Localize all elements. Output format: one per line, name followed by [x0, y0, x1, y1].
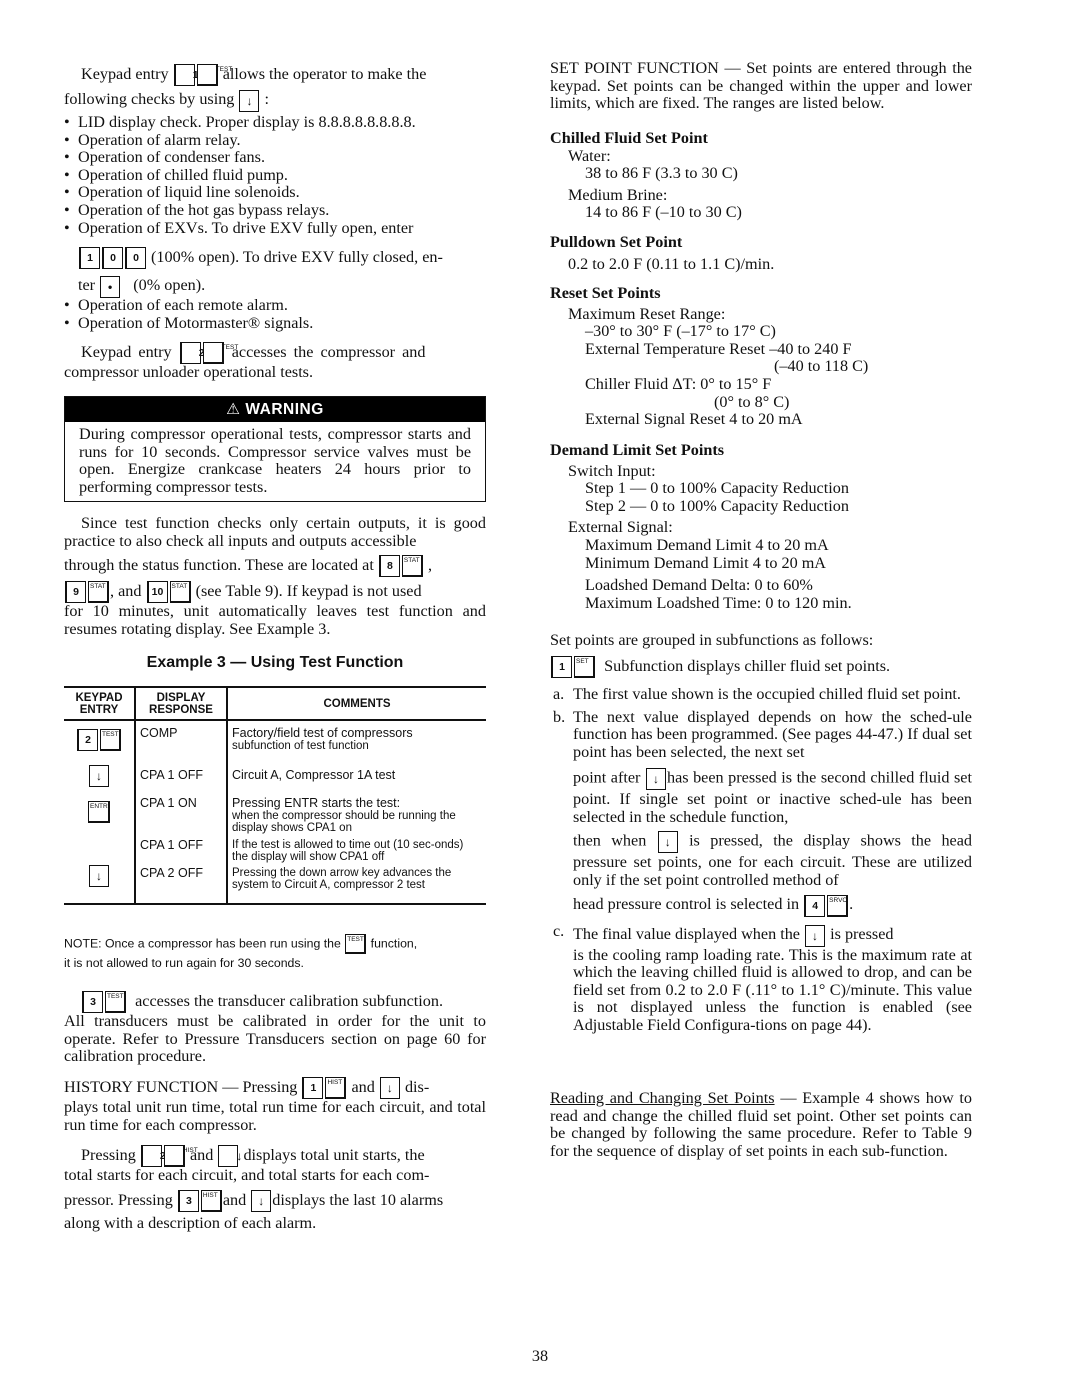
down-arrow-key-icon: ↓ — [89, 765, 109, 787]
set-point-intro: SET POINT FUNCTION — Set points are ente… — [550, 59, 972, 113]
page-number: 38 — [531, 1347, 549, 1365]
chilled-fluid-section: Chilled Fluid Set Point Water: 38 to 86 … — [550, 129, 972, 222]
down-arrow-key-icon: ↓ — [379, 1077, 400, 1100]
list-item: b. The next value displayed depends on h… — [530, 708, 972, 920]
section-heading: Reset Set Points — [550, 284, 661, 302]
table-row: 2 TEST COMP Factory/field test of compres… — [64, 720, 486, 763]
key-test: TEST — [100, 729, 121, 751]
key-test: TEST — [202, 342, 238, 365]
reading-changing-set-points-link: Reading and Changing Set Points — [550, 1089, 775, 1107]
key-hist: HIST — [200, 1190, 222, 1213]
key-stat: STAT — [401, 555, 423, 578]
list-item: a. The first value shown is the occupied… — [553, 685, 961, 703]
warning-header: ⚠ WARNING — [65, 397, 485, 422]
status-function-paragraph: Since test function checks only certain … — [64, 514, 486, 639]
subfunction-intro: Set points are grouped in subfunctions a… — [550, 631, 874, 649]
key-1: 1 — [551, 656, 572, 679]
table-row: ENTR CPA 1 ON Pressing ENTR starts the t… — [64, 791, 486, 835]
key-9: 9 — [65, 581, 86, 604]
key-2: 2 — [179, 342, 205, 365]
key-2: 2 — [140, 1145, 166, 1168]
key-stat: STAT — [88, 581, 109, 604]
key-test: TEST — [345, 934, 367, 954]
key-1: 1 — [79, 247, 100, 270]
warning-box: ⚠ WARNING During compressor operational … — [64, 396, 486, 502]
key-1: 1 — [173, 64, 199, 87]
subfunction-1-set: 1 SET Subfunction displays chiller fluid … — [550, 654, 890, 679]
transducer-paragraph: 3 TEST accesses the transducer calibratio… — [64, 991, 486, 1066]
list-item: Operation of alarm relay. — [64, 131, 486, 150]
key-8: 8 — [378, 555, 400, 578]
table-row: ↓ CPA 2 OFF Pressing the down arrow key … — [64, 863, 486, 905]
down-arrow-key-icon: ↓ — [239, 89, 260, 112]
list-item: LID display check. Proper display is 8.8… — [64, 113, 486, 132]
exv-instructions: 100 (100% open). To drive EXV fully clos… — [78, 245, 486, 301]
key-test: TEST — [105, 991, 126, 1014]
list-item: Operation of Motormaster® signals. — [64, 314, 486, 333]
list-item: Operation of liquid line solenoids. — [64, 184, 486, 202]
keypad-test-intro: Keypad entry 1 TEST allows the operator t… — [64, 63, 486, 112]
down-arrow-key-icon: ↓ — [657, 831, 678, 854]
key-2: 2 — [77, 729, 98, 751]
column-header: KEYPAD ENTRY — [64, 686, 136, 721]
key-10: 10 — [146, 581, 168, 604]
table-note: NOTE: Once a compressor has been run usi… — [64, 934, 418, 970]
key-entr: ENTR — [88, 801, 110, 823]
test-checks-list: LID display check. Proper display is 8.8… — [64, 113, 486, 238]
warning-body: During compressor operational tests, com… — [79, 425, 471, 496]
key-0: 0 — [125, 247, 146, 270]
section-heading: Pulldown Set Point — [550, 233, 683, 251]
history-function-paragraph: HISTORY FUNCTION — Pressing 1 HIST and ↓ … — [64, 1077, 486, 1134]
key-0: 0 — [102, 247, 123, 270]
table-row: ↓ CPA 1 OFF Circuit A, Compressor 1A tes… — [64, 763, 486, 791]
key-srvc: SRVC — [827, 894, 849, 917]
list-item: Operation of EXVs. To drive EXV fully op… — [64, 219, 486, 238]
down-arrow-key-icon: ↓ — [251, 1190, 272, 1213]
list-item: Operation of each remote alarm. — [64, 296, 486, 315]
down-arrow-key-icon: ↓ — [805, 924, 826, 947]
down-arrow-key-icon: ↓ — [218, 1145, 242, 1168]
column-header: COMMENTS — [227, 686, 486, 721]
key-set: SET — [574, 656, 595, 679]
key-test: TEST — [196, 64, 232, 87]
section-heading: Chilled Fluid Set Point — [550, 129, 708, 147]
key-decimal-point: • — [100, 275, 121, 298]
reading-changing-paragraph: Reading and Changing Set Points — Exampl… — [550, 1089, 973, 1160]
section-heading: Demand Limit Set Points — [550, 441, 725, 459]
pulldown-section: Pulldown Set Point 0.2 to 2.0 F (0.11 to… — [550, 233, 972, 273]
key-1: 1 — [302, 1077, 324, 1100]
column-header: DISPLAY RESPONSE — [135, 686, 228, 721]
key-3: 3 — [82, 991, 103, 1014]
list-item: Operation of condenser fans. — [64, 149, 486, 167]
compressor-test-paragraph: Keypad entry 2 TEST accesses the compress… — [64, 342, 426, 382]
key-hist: HIST — [325, 1077, 347, 1100]
down-arrow-key-icon: ↓ — [89, 865, 109, 887]
warning-triangle-icon: ⚠ — [226, 401, 241, 418]
example-title: Example 3 — Using Test Function — [146, 654, 404, 671]
list-item: Operation of the hot gas bypass relays. — [64, 201, 486, 220]
demand-limit-section: Demand Limit Set Points Switch Input: St… — [550, 441, 972, 612]
key-3: 3 — [177, 1190, 199, 1213]
key-stat: STAT — [169, 581, 191, 604]
example-table: KEYPAD ENTRY DISPLAY RESPONSE COMMENTS 2… — [64, 686, 486, 905]
history-starts-paragraph: Pressing 2 HIST and ↓ displays total unit… — [64, 1145, 444, 1232]
test-checks-list-continued: Operation of each remote alarm. Operatio… — [64, 296, 486, 333]
subfunction-details-list: a. The first value shown is the occupied… — [530, 685, 972, 1035]
list-item: c. The final value displayed when the ↓ … — [553, 922, 972, 1035]
key-hist: HIST — [163, 1145, 198, 1168]
table-row: CPA 1 OFF If the test is allowed to time… — [64, 835, 486, 863]
reset-section: Reset Set Points Maximum Reset Range: –3… — [550, 284, 972, 429]
list-item: Operation of chilled fluid pump. — [64, 166, 486, 185]
key-4: 4 — [804, 894, 826, 917]
down-arrow-key-icon: ↓ — [645, 768, 666, 791]
